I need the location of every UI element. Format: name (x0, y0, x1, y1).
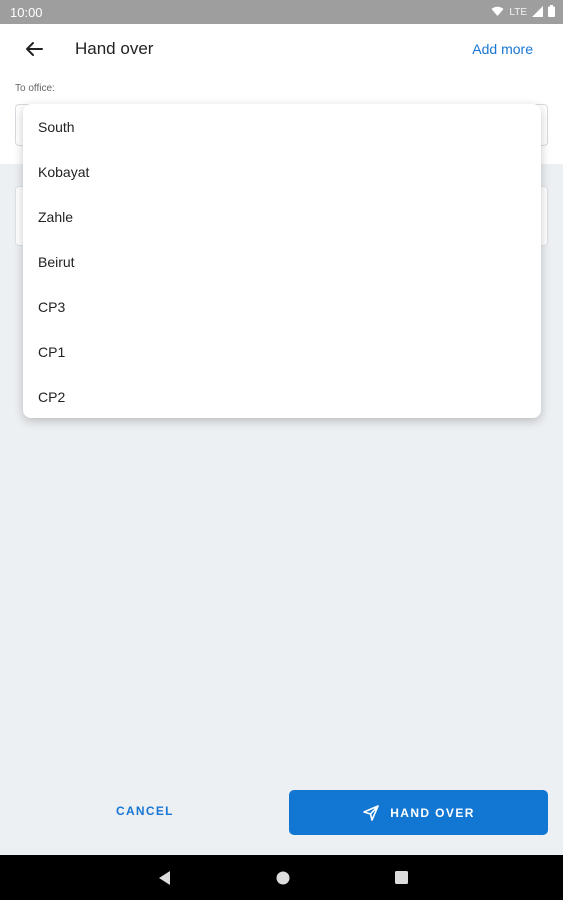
office-option-south[interactable]: South (23, 104, 541, 149)
status-time: 10:00 (10, 4, 43, 20)
system-nav-bar (0, 855, 563, 900)
battery-icon (548, 4, 555, 20)
add-more-button[interactable]: Add more (472, 41, 533, 57)
nav-recents-icon[interactable] (391, 868, 411, 888)
send-icon (362, 804, 380, 822)
office-option-beirut[interactable]: Beirut (23, 239, 541, 284)
to-office-label: To office: (15, 83, 55, 94)
hand-over-label: HAND OVER (390, 805, 475, 820)
office-option-zahle[interactable]: Zahle (23, 194, 541, 239)
cancel-button[interactable]: CANCEL (116, 804, 174, 818)
wifi-icon (491, 5, 504, 20)
office-dropdown-menu: South Kobayat Zahle Beirut CP3 CP1 CP2 (23, 104, 541, 418)
signal-icon (532, 5, 543, 20)
page-title: Hand over (75, 39, 154, 58)
hand-over-button[interactable]: HAND OVER (289, 790, 548, 835)
network-label: LTE (509, 6, 527, 18)
office-option-cp2[interactable]: CP2 (23, 374, 541, 419)
nav-home-icon[interactable] (273, 868, 293, 888)
office-option-cp3[interactable]: CP3 (23, 284, 541, 329)
status-icons: LTE (491, 4, 555, 20)
bottom-action-bar: CANCEL HAND OVER (0, 785, 563, 855)
nav-back-icon[interactable] (154, 868, 174, 888)
status-bar: 10:00 LTE (0, 0, 563, 24)
back-arrow-icon[interactable] (20, 38, 48, 60)
office-option-cp1[interactable]: CP1 (23, 329, 541, 374)
office-option-kobayat[interactable]: Kobayat (23, 149, 541, 194)
